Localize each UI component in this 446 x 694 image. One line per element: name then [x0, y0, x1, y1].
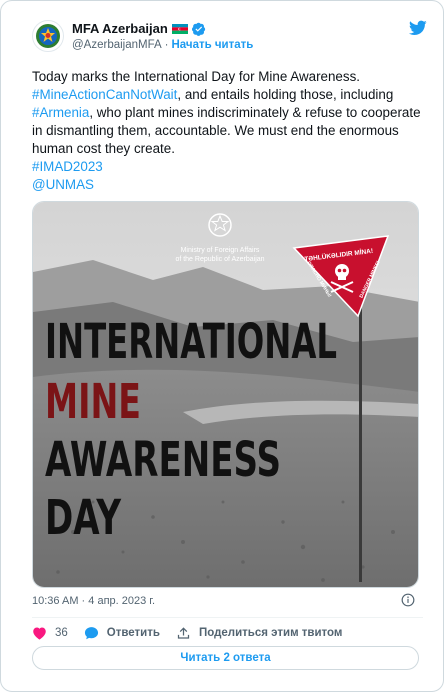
like-button[interactable]: 36 — [32, 626, 68, 640]
info-icon[interactable] — [401, 593, 415, 607]
ministry-line1: Ministry of Foreign Affairs — [181, 247, 260, 254]
share-label: Поделиться этим твитом — [198, 627, 343, 639]
poster-line-international: INTERNATIONAL — [45, 314, 337, 370]
tweet-text: Today marks the International Day for Mi… — [32, 68, 424, 194]
poster-line-mine: MINE — [45, 374, 141, 430]
account-name[interactable]: MFA Azerbaijan — [72, 21, 168, 36]
tweet-text-part: Today marks the International Day for Mi… — [32, 69, 360, 84]
mine-awareness-poster: Ministry of Foreign Affairs of the Repub… — [33, 202, 418, 587]
mention-unmas[interactable]: @UNMAS — [32, 177, 94, 192]
timestamp-separator: · — [81, 595, 86, 607]
hashtag-mineaction[interactable]: #MineActionCanNotWait — [32, 87, 177, 102]
poster-line-day: DAY — [45, 490, 122, 546]
share-icon — [177, 627, 190, 639]
account-handle[interactable]: @AzerbaijanMFA — [72, 39, 162, 51]
ministry-line2: of the Republic of Azerbaijan — [175, 256, 264, 263]
tweet-time: 10:36 AM — [32, 595, 79, 607]
tweet-image[interactable]: Ministry of Foreign Affairs of the Repub… — [32, 201, 419, 588]
tweet-timestamp[interactable]: 10:36 AM · 4 апр. 2023 г. — [32, 595, 155, 607]
read-replies-button[interactable]: Читать 2 ответа — [32, 646, 419, 670]
divider — [32, 617, 423, 618]
tweet-actions: 36 Ответить Поделиться этим твитом — [32, 624, 358, 642]
azerbaijan-flag-icon — [171, 23, 188, 34]
reply-button[interactable]: Ответить — [84, 626, 160, 640]
tweet-header: MFA Azerbaijan @AzerbaijanMFA · Начать чит… — [32, 20, 427, 60]
verified-badge-icon — [191, 22, 205, 36]
heart-icon — [33, 627, 46, 640]
twitter-bird-icon[interactable] — [409, 20, 427, 36]
handle-separator: · — [164, 39, 169, 51]
share-button[interactable]: Поделиться этим твитом — [176, 626, 342, 640]
tweet-text-part: , who plant mines indiscriminately & ref… — [32, 105, 421, 156]
tweet-text-part: , and entails holding those, including — [177, 87, 394, 102]
emblem-icon — [36, 24, 60, 48]
poster-line-awareness: AWARENESS — [45, 432, 281, 488]
follow-button[interactable]: Начать читать — [172, 39, 254, 51]
hashtag-armenia[interactable]: #Armenia — [32, 105, 89, 120]
avatar[interactable] — [32, 20, 64, 52]
like-count: 36 — [55, 627, 68, 639]
hashtag-imad2023[interactable]: #IMAD2023 — [32, 159, 103, 174]
handle-row: @AzerbaijanMFA · Начать читать — [72, 39, 253, 51]
reply-icon — [84, 627, 98, 640]
tweet-date: 4 апр. 2023 г. — [88, 595, 156, 607]
reply-label: Ответить — [106, 627, 160, 639]
tweet-card: MFA Azerbaijan @AzerbaijanMFA · Начать чит… — [0, 0, 444, 692]
name-row: MFA Azerbaijan — [72, 21, 206, 36]
